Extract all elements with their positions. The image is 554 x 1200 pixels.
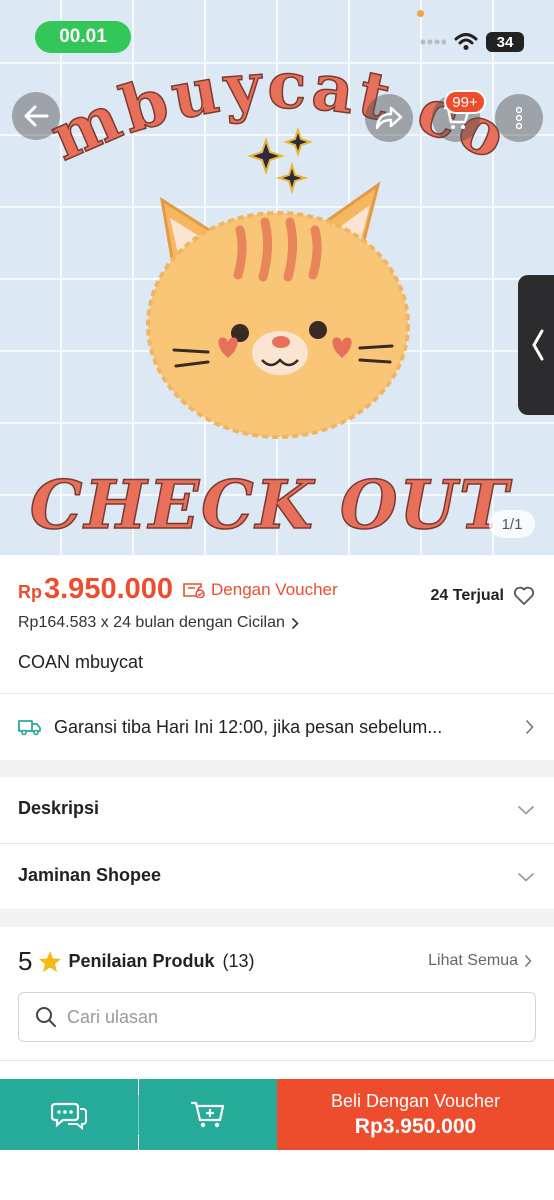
image-counter: 1/1 xyxy=(489,510,535,538)
description-label: Deskripsi xyxy=(18,798,100,818)
divider xyxy=(0,843,554,844)
cart-count-badge: 99+ xyxy=(444,90,486,114)
price-block: Rp 3.950.000 Dengan Voucher xyxy=(18,573,338,606)
shipping-guarantee-row[interactable]: Garansi tiba Hari Ini 12:00, jika pesan … xyxy=(18,712,538,742)
shipping-text: Garansi tiba Hari Ini 12:00, jika pesan … xyxy=(54,716,443,737)
share-icon xyxy=(375,106,403,130)
back-button[interactable] xyxy=(12,92,60,140)
rating-label: Penilaian Produk xyxy=(68,951,215,971)
product-artwork: mbuycat co CHECK OUT xyxy=(29,47,517,544)
review-search-input[interactable]: Cari ulasan xyxy=(18,992,536,1042)
battery-indicator: 34 xyxy=(486,32,524,52)
search-placeholder: Cari ulasan xyxy=(67,1006,159,1027)
chat-button[interactable] xyxy=(0,1079,138,1150)
see-all-reviews-link[interactable]: Lihat Semua xyxy=(428,952,532,970)
chevron-right-icon xyxy=(524,954,532,968)
truck-icon xyxy=(18,720,41,736)
more-options-button[interactable] xyxy=(495,94,543,142)
installment-link[interactable]: Rp164.583 x 24 bulan dengan Cicilan xyxy=(18,614,299,632)
chevron-down-icon xyxy=(517,872,535,882)
share-button[interactable] xyxy=(365,94,413,142)
star-icon xyxy=(39,951,62,972)
section-separator xyxy=(0,909,554,927)
status-icons: 34 xyxy=(420,32,524,52)
guarantee-label: Jaminan Shopee xyxy=(18,865,162,885)
price-value: 3.950.000 xyxy=(44,573,174,605)
divider xyxy=(0,693,554,694)
wifi-icon xyxy=(454,33,478,50)
product-image[interactable]: mbuycat co CHECK OUT 00.01 34 99+ 1/1 xyxy=(0,0,554,555)
arrow-left-icon xyxy=(24,105,49,127)
sold-count: 24 Terjual xyxy=(430,587,504,604)
chevron-right-icon xyxy=(291,617,299,629)
voucher-label: Dengan Voucher xyxy=(211,580,338,599)
chevron-left-icon xyxy=(532,329,544,361)
chat-icon xyxy=(51,1102,87,1130)
rating-count: (13) xyxy=(222,951,255,971)
brand-checkout-text: CHECK OUT xyxy=(30,466,513,544)
voucher-icon xyxy=(183,583,205,598)
add-cart-icon xyxy=(191,1101,225,1127)
product-title: COAN mbuycat xyxy=(18,652,144,672)
search-icon xyxy=(36,1007,56,1027)
side-panel-handle[interactable] xyxy=(518,275,554,415)
section-separator xyxy=(0,760,554,777)
cat-illustration xyxy=(146,181,410,439)
more-vertical-icon xyxy=(516,106,522,130)
rating-summary: 5 Penilaian Produk (13) xyxy=(18,946,255,977)
see-all-label: Lihat Semua xyxy=(428,952,518,969)
heart-icon[interactable] xyxy=(513,586,535,606)
rating-score: 5 xyxy=(18,946,33,976)
price-currency: Rp xyxy=(18,582,42,602)
privacy-indicator xyxy=(417,10,424,17)
chevron-right-icon xyxy=(525,719,534,735)
status-time: 00.01 xyxy=(35,21,131,53)
signal-icon xyxy=(420,39,446,45)
add-to-cart-button[interactable] xyxy=(139,1079,277,1150)
voucher-tag[interactable]: Dengan Voucher xyxy=(183,580,338,600)
installment-text: Rp164.583 x 24 bulan dengan Cicilan xyxy=(18,614,285,631)
buy-label: Beli Dengan Voucher xyxy=(330,1090,501,1111)
chevron-down-icon xyxy=(517,805,535,815)
bottom-action-bar: Beli Dengan Voucher Rp3.950.000 xyxy=(0,1079,554,1150)
sparkle-icon xyxy=(246,126,314,195)
buy-with-voucher-button[interactable]: Beli Dengan Voucher Rp3.950.000 xyxy=(277,1079,554,1150)
divider xyxy=(0,1060,554,1061)
buy-price: Rp3.950.000 xyxy=(354,1114,477,1138)
